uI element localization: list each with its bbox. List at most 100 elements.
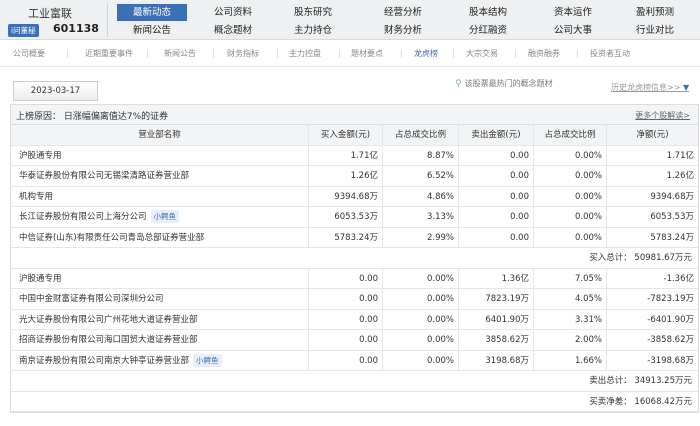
sell-ratio: 0.00% [534, 207, 607, 227]
header-divider [107, 3, 108, 37]
col-branch: 营业部名称 [11, 125, 309, 145]
branch-name[interactable]: 招商证券股份有限公司海口国贸大道证券营业部 [19, 335, 198, 345]
subnav-divider [147, 49, 148, 58]
table-header: 营业部名称 买入金额(元) 占总成交比例 卖出金额(元) 占总成交比例 净额(元… [11, 125, 698, 146]
trader-tag[interactable]: 小鳄鱼 [193, 353, 222, 367]
sell-ratio: 2.00% [534, 330, 607, 350]
menu-company-events[interactable]: 公司大事 [538, 22, 608, 39]
net-amount: 5783.24万 [650, 232, 694, 243]
buy-ratio: 0.00% [383, 350, 459, 370]
subnav-dragon-tiger-list[interactable]: 龙虎榜 [414, 48, 438, 59]
buy-ratio: 6.52% [383, 166, 459, 186]
sell-amount: 3198.68万 [459, 350, 534, 370]
subnav-company-overview[interactable]: 公司概要 [13, 48, 45, 59]
dragon-tiger-table: 上榜原因： 日涨幅偏离值达7%的证券 更多个股解读> 营业部名称 买入金额(元)… [10, 104, 699, 413]
net-amount: -3198.68万 [647, 355, 694, 366]
table-row: 沪股通专用 0.00 0.00% 1.36亿 7.05% -1.36亿 [11, 268, 698, 289]
menu-capital-ops[interactable]: 资本运作 [538, 4, 608, 21]
branch-name[interactable]: 中信证券(山东)有限责任公司青岛总部证券营业部 [19, 233, 204, 243]
menu-main-holdings[interactable]: 主力持仓 [278, 22, 348, 39]
branch-cell: 中国中金财富证券有限公司深圳分公司 [11, 289, 309, 309]
subnav-divider [453, 49, 454, 58]
sell-amount: 7823.19万 [459, 289, 534, 309]
subnav-divider [339, 49, 340, 58]
sell-amount: 3858.62万 [459, 330, 534, 350]
subnav-block-trades[interactable]: 大宗交易 [466, 48, 498, 59]
subnav-divider [515, 49, 516, 58]
subnav-main-control[interactable]: 主力控盘 [289, 48, 321, 59]
sell-rows: 沪股通专用 0.00 0.00% 1.36亿 7.05% -1.36亿中国中金财富证券有限… [11, 268, 698, 371]
history-link-text: 历史龙虎榜信息>> [611, 83, 681, 92]
subnav-investor-interaction[interactable]: 投资者互动 [590, 48, 630, 59]
menu-latest-news[interactable]: 最新动态 [117, 4, 187, 21]
sell-amount: 0.00 [459, 166, 534, 186]
subnav-recent-events[interactable]: 近期重要事件 [85, 48, 133, 59]
buy-amount: 1.26亿 [309, 166, 383, 186]
subnav-divider [577, 49, 578, 58]
branch-name[interactable]: 中国中金财富证券有限公司深圳分公司 [19, 294, 164, 304]
sell-ratio: 0.00% [534, 145, 607, 165]
buy-ratio: 0.00% [383, 330, 459, 350]
menu-company-info[interactable]: 公司资料 [198, 4, 268, 21]
net-amount: -6401.90万 [647, 314, 694, 325]
buy-amount: 6053.53万 [309, 207, 383, 227]
trader-tag[interactable]: 小鳄鱼 [150, 210, 180, 223]
branch-cell: 华泰证券股份有限公司无锡梁清路证券营业部 [11, 166, 309, 186]
net-amount: -1.36亿 [663, 273, 695, 284]
branch-cell: 沪股通专用 [11, 145, 309, 165]
branch-name[interactable]: 南京证券股份有限公司南京大钟亭证券营业部 [19, 356, 189, 366]
menu-share-structure[interactable]: 股本结构 [453, 4, 523, 21]
buy-ratio: 8.87% [383, 145, 459, 165]
buy-amount: 0.00 [309, 289, 383, 309]
buy-ratio: 4.86% [383, 186, 459, 206]
menu-financial-analysis[interactable]: 财务分析 [368, 22, 438, 39]
subnav-news[interactable]: 新闻公告 [164, 48, 196, 59]
menu-news-announcements[interactable]: 新闻公告 [117, 22, 187, 39]
net-amount: -7823.19万 [647, 294, 694, 304]
branch-name[interactable]: 沪股通专用 [19, 151, 62, 161]
subnav-margin-trading[interactable]: 融资融券 [528, 48, 560, 59]
buy-ratio: 0.00% [383, 289, 459, 309]
buy-amount: 1.71亿 [309, 145, 383, 165]
branch-cell: 中信证券(山东)有限责任公司青岛总部证券营业部 [11, 227, 309, 247]
subnav-divider [277, 49, 278, 58]
net-amount: -3858.62万 [647, 335, 694, 345]
subnav-theme-points[interactable]: 题材要点 [351, 48, 383, 59]
date-tab[interactable]: 2023-03-17 [13, 81, 98, 101]
branch-name[interactable]: 机构专用 [19, 192, 53, 202]
menu-shareholder-research[interactable]: 股东研究 [278, 4, 348, 21]
sell-ratio: 3.31% [534, 309, 607, 329]
buy-amount: 5783.24万 [309, 227, 383, 247]
branch-name[interactable]: 华泰证券股份有限公司无锡梁清路证券营业部 [19, 171, 189, 181]
subnav-divider [401, 49, 402, 58]
net-amount: 9394.68万 [650, 191, 694, 202]
branch-cell: 机构专用 [11, 186, 309, 206]
menu-earnings-forecast[interactable]: 盈利预测 [620, 4, 690, 21]
menu-concepts[interactable]: 概念题材 [198, 22, 268, 39]
more-analysis-link[interactable]: 更多个股解读> [635, 110, 690, 121]
branch-name[interactable]: 长江证券股份有限公司上海分公司 [19, 212, 147, 222]
table-row: 华泰证券股份有限公司无锡梁清路证券营业部 1.26亿 6.52% 0.00 0.00% 1… [11, 166, 698, 187]
buy-amount: 0.00 [309, 350, 383, 370]
subnav-divider [67, 49, 68, 58]
table-row: 机构专用 9394.68万 4.86% 0.00 0.00% 9394.68万 [11, 186, 698, 207]
menu-industry-compare[interactable]: 行业对比 [620, 22, 690, 39]
subnav-financial-indicators[interactable]: 财务指标 [227, 48, 259, 59]
table-row: 中国中金财富证券有限公司深圳分公司 0.00 0.00% 7823.19万 4.05% -… [11, 289, 698, 310]
hot-concept-hint[interactable]: ⚲ 该股票最热门的概念题材 [455, 78, 553, 89]
subnav-divider [213, 49, 214, 58]
menu-dividends-financing[interactable]: 分红融资 [453, 22, 523, 39]
buy-ratio: 0.00% [383, 268, 459, 288]
buy-amount: 0.00 [309, 309, 383, 329]
sell-amount: 0.00 [459, 145, 534, 165]
buy-ratio: 3.13% [383, 207, 459, 227]
menu-business-analysis[interactable]: 经营分析 [368, 4, 438, 21]
net-amount: 1.71亿 [666, 150, 694, 161]
history-link[interactable]: 历史龙虎榜信息>> ▼ [611, 82, 689, 93]
buy-total: 买入总计： 50981.67万元 [11, 248, 698, 269]
ask-secretary-badge[interactable]: i问董秘 [8, 24, 39, 37]
sell-amount: 0.00 [459, 186, 534, 206]
branch-name[interactable]: 光大证券股份有限公司广州花地大道证券营业部 [19, 315, 198, 325]
table-row: 招商证券股份有限公司海口国贸大道证券营业部 0.00 0.00% 3858.62万 2.… [11, 330, 698, 351]
branch-name[interactable]: 沪股通专用 [19, 274, 62, 284]
